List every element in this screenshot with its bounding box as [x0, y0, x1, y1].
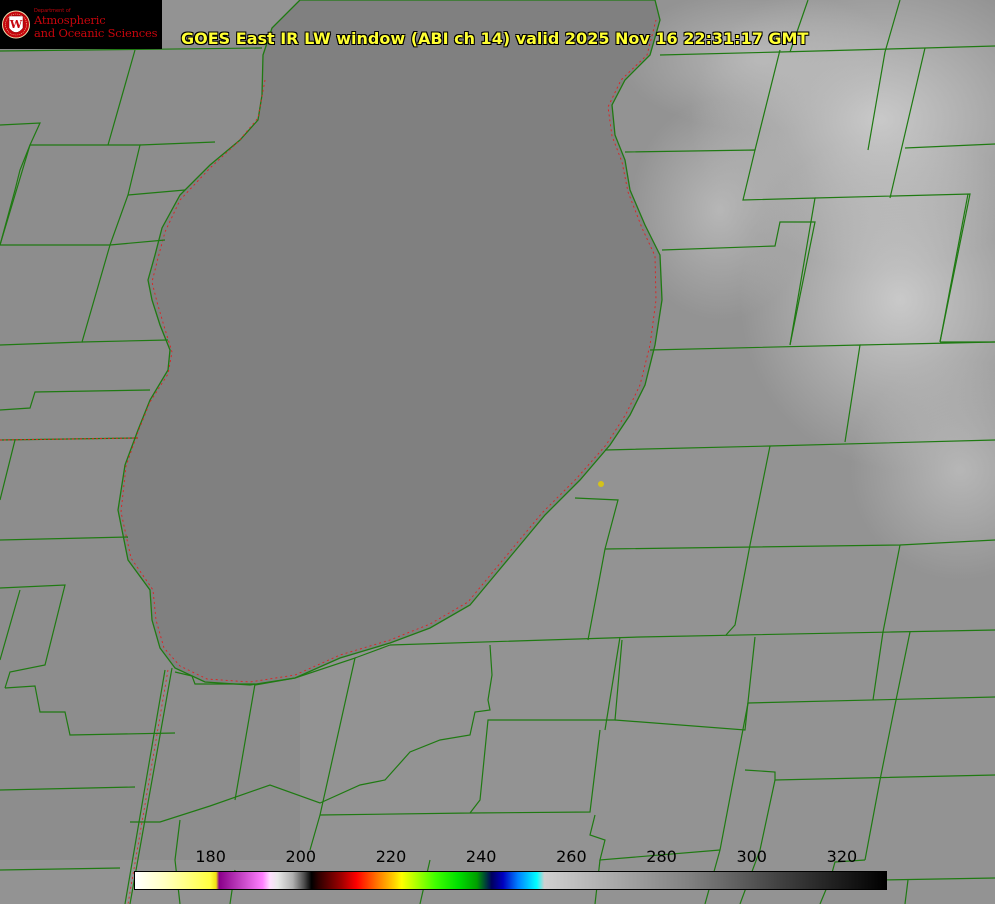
colorbar-tick-320: 320	[826, 847, 858, 866]
svg-text:W: W	[9, 18, 23, 31]
colorbar-tick-180: 180	[195, 847, 226, 866]
uw-crest-icon: W	[2, 10, 30, 39]
colorbar-tick-300: 300	[736, 847, 767, 866]
colorbar-tick-220: 220	[375, 847, 407, 866]
aos-logo: W Department of Atmospheric and Oceanic …	[0, 0, 162, 49]
map-canvas	[0, 0, 995, 904]
temperature-colorbar	[134, 871, 887, 890]
satellite-map: W Department of Atmospheric and Oceanic …	[0, 0, 995, 904]
image-title: GOES East IR LW window (ABI ch 14) valid…	[181, 29, 809, 48]
colorbar-tick-260: 260	[556, 847, 587, 866]
logo-line-2: and Oceanic Sciences	[34, 26, 158, 40]
colorbar-tick-280: 280	[646, 847, 677, 866]
colorbar-tick-240: 240	[465, 847, 497, 866]
station-marker	[598, 481, 604, 487]
colorbar-tick-200: 200	[285, 847, 317, 866]
